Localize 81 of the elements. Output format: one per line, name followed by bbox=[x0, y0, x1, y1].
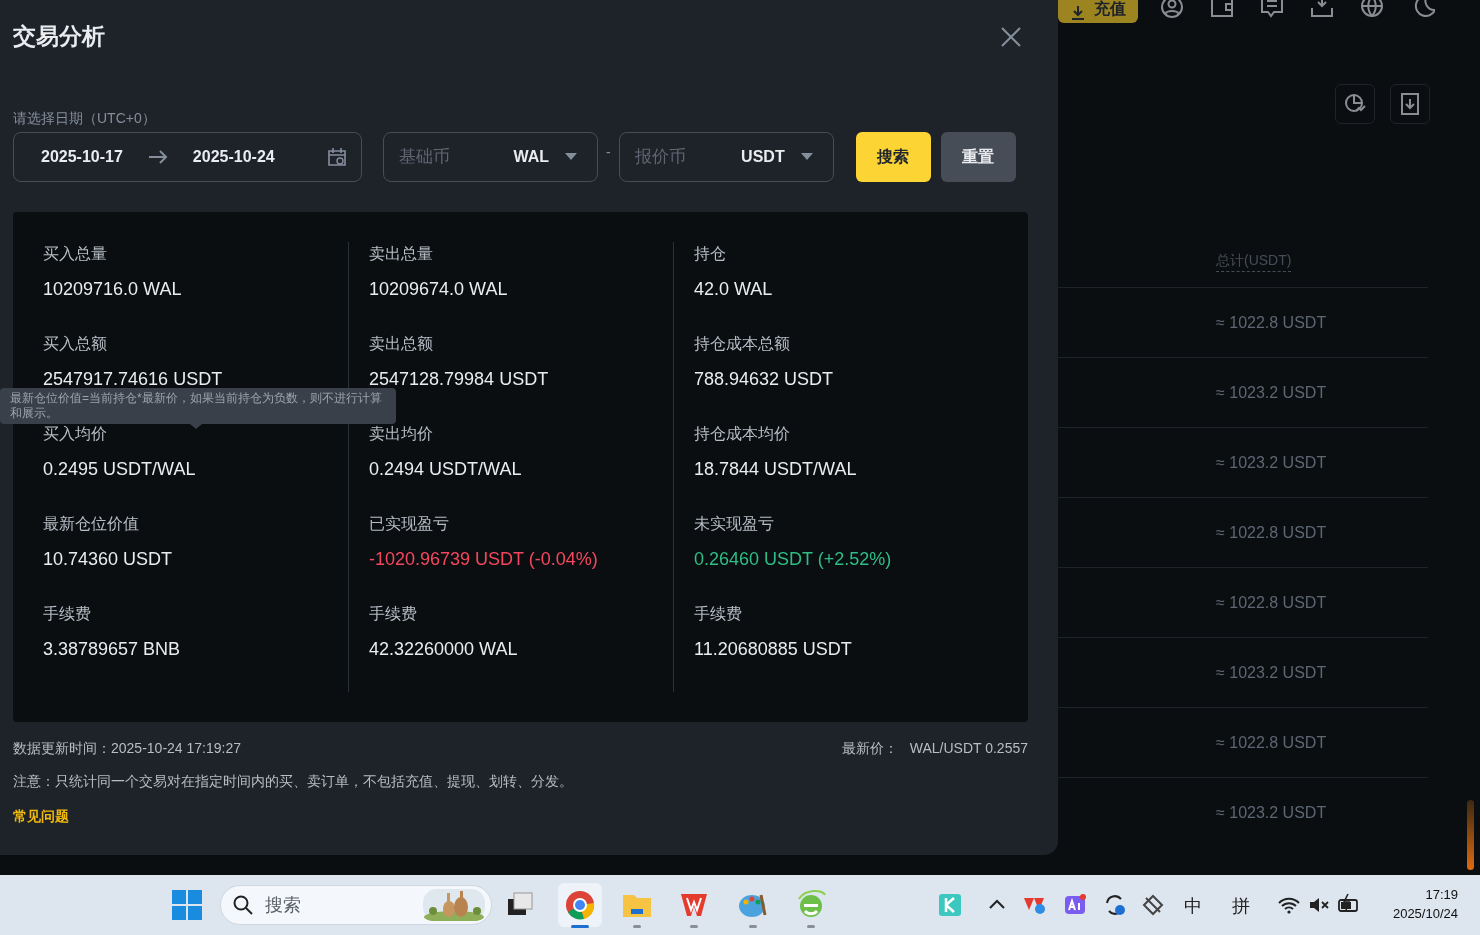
search-field[interactable]: 搜索 bbox=[220, 885, 492, 925]
scrollbar[interactable] bbox=[1467, 800, 1474, 870]
column-header: 总计(USDT) bbox=[1216, 250, 1292, 272]
stat-value: 42.32260000 WAL bbox=[369, 638, 518, 661]
note-text: 注意：只统计同一个交易对在指定时间内的买、卖订单，不包括充值、提现、划转、分发。 bbox=[13, 772, 574, 791]
stat-value: 2547128.79984 USDT bbox=[369, 368, 549, 391]
stat-value: 42.0 WAL bbox=[694, 278, 773, 301]
stat-label: 未实现盈亏 bbox=[694, 514, 774, 534]
selected-value: WAL bbox=[513, 147, 549, 167]
field-label: 报价币 bbox=[634, 146, 686, 169]
stat-value: 3.38789657 BNB bbox=[43, 638, 181, 661]
user-icon[interactable] bbox=[1159, 0, 1185, 20]
stat-label: 买入总量 bbox=[43, 244, 107, 264]
stat-value: 10209674.0 WAL bbox=[369, 278, 508, 301]
search-button[interactable]: 搜索 bbox=[855, 132, 931, 182]
wallet-icon[interactable] bbox=[1209, 0, 1235, 20]
date-text: 2025-10-17 bbox=[41, 147, 123, 167]
close-button[interactable] bbox=[999, 24, 1023, 48]
search-placeholder: 搜索 bbox=[265, 893, 301, 917]
arrow-icon bbox=[147, 149, 168, 165]
reset-button[interactable]: 重置 bbox=[940, 132, 1016, 182]
stat-value: 10.74360 USDT bbox=[43, 548, 173, 571]
ai-icon[interactable] bbox=[1063, 893, 1087, 917]
stat-label: 持仓成本总额 bbox=[694, 334, 790, 354]
stat-label: 已实现盈亏 bbox=[369, 514, 449, 534]
stat-label: 卖出总量 bbox=[369, 244, 433, 264]
sync-icon[interactable] bbox=[1103, 893, 1127, 917]
stat-value: 18.7844 USDT/WAL bbox=[694, 458, 857, 481]
date-label: 请选择日期（UTC+0） bbox=[13, 109, 157, 128]
date-range-field[interactable]: 2025-10-17 2025-10-24 bbox=[13, 132, 362, 182]
select-field[interactable]: 基础币 WAL bbox=[383, 132, 598, 182]
network-icon[interactable] bbox=[1141, 893, 1165, 917]
export-icon bbox=[1399, 92, 1421, 116]
search-icon bbox=[233, 895, 253, 915]
tooltip: 最新仓位价值=当前持仓*最新价，如果当前持仓为负数，则不进行计算和展示。 bbox=[0, 388, 396, 424]
select-field[interactable]: 报价币 USDT bbox=[618, 132, 834, 182]
stat-value: 11.20680885 USDT bbox=[694, 638, 852, 661]
chat-icon[interactable] bbox=[1259, 0, 1285, 20]
windows-icon[interactable] bbox=[172, 890, 202, 920]
download-icon[interactable] bbox=[1309, 0, 1335, 20]
stat-value: -1020.96739 USDT (-0.04%) bbox=[369, 548, 598, 571]
tooltip-arrow bbox=[190, 424, 202, 429]
stat-label: 最新仓位价值 bbox=[43, 514, 139, 534]
price-label: 最新价： bbox=[841, 740, 898, 756]
icon-button[interactable] bbox=[1335, 84, 1375, 124]
globe-icon[interactable] bbox=[1359, 0, 1385, 20]
stat-value: 10209716.0 WAL bbox=[43, 278, 182, 301]
icon-button[interactable] bbox=[1390, 84, 1430, 124]
ime-mode[interactable]: 中 bbox=[1184, 893, 1202, 920]
selected-value: USDT bbox=[741, 147, 785, 167]
calendar-icon bbox=[327, 147, 347, 167]
ime-name[interactable]: 拼 bbox=[1232, 893, 1250, 920]
stat-value: 0.2494 USDT/WAL bbox=[369, 458, 522, 481]
browser-icon bbox=[564, 889, 596, 921]
caret-icon bbox=[565, 153, 577, 161]
stat-label: 手续费 bbox=[43, 604, 91, 624]
dialog-title: 交易分析 bbox=[13, 21, 105, 51]
clock-time[interactable]: 17:19 bbox=[1392, 885, 1458, 904]
stat-value: 788.94632 USDT bbox=[694, 368, 834, 391]
stat-value: 2547917.74616 USDT bbox=[43, 368, 223, 391]
close-icon bbox=[999, 24, 1023, 49]
stat-label: 持仓 bbox=[694, 244, 726, 264]
update-time: 数据更新时间：2025-10-24 17:19:27 bbox=[13, 739, 241, 758]
faq-link[interactable]: 常见问题 bbox=[13, 806, 69, 827]
clock-date[interactable]: 2025/10/24 bbox=[1392, 904, 1458, 923]
stat-label: 手续费 bbox=[694, 604, 742, 624]
stat-label: 买入总额 bbox=[43, 334, 107, 354]
stat-label: 卖出总额 bbox=[369, 334, 433, 354]
stat-value: 0.2495 USDT/WAL bbox=[43, 458, 196, 481]
stat-label: 卖出均价 bbox=[369, 424, 433, 444]
stat-label: 买入均价 bbox=[43, 424, 107, 444]
stat-label: 持仓成本均价 bbox=[694, 424, 790, 444]
date-text: 2025-10-24 bbox=[192, 147, 275, 167]
latest-price: WAL/USDT 0.2557 bbox=[909, 740, 1028, 756]
stat-label: 手续费 bbox=[369, 604, 417, 624]
field-label: 基础币 bbox=[399, 146, 450, 169]
stat-value: 0.26460 USDT (+2.52%) bbox=[694, 548, 892, 571]
deposit-button[interactable]: 充值 bbox=[1058, 0, 1138, 23]
separator: - bbox=[606, 142, 611, 162]
download-icon bbox=[1070, 5, 1086, 21]
caret-icon bbox=[800, 153, 813, 161]
